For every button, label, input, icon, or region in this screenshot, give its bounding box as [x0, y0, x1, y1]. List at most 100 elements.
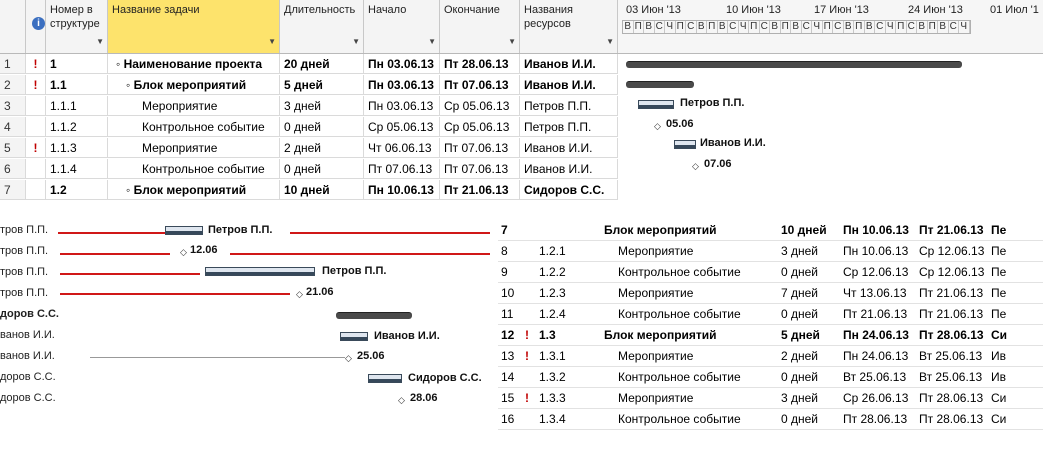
- task-indicator-icon-cell[interactable]: [26, 159, 46, 178]
- duration[interactable]: 3 дней: [284, 99, 321, 113]
- task-row[interactable]: 1! 1 ◦ Наименование проекта 20 дней Пн 03.06…: [0, 54, 618, 74]
- duration-header[interactable]: Длительность ▼: [280, 0, 364, 53]
- duration[interactable]: 0 дней: [778, 409, 840, 429]
- duration[interactable]: 3 дней: [778, 388, 840, 408]
- task-row[interactable]: 11 1.2.4 Контрольное событие 0 дней Пт 21.06…: [498, 304, 1043, 325]
- finish-date[interactable]: Пт 21.06.13: [916, 283, 988, 303]
- finish-date[interactable]: Ср 12.06.13: [916, 262, 988, 282]
- milestone-icon[interactable]: ◇: [398, 395, 405, 406]
- chevron-down-icon[interactable]: ▼: [508, 35, 516, 49]
- duration[interactable]: 5 дней: [284, 78, 323, 92]
- start-date[interactable]: Чт 13.06.13: [840, 283, 916, 303]
- row-number[interactable]: 12: [498, 325, 522, 345]
- resource-names[interactable]: Иванов И.И.: [524, 57, 596, 71]
- task-name[interactable]: Контрольное событие: [598, 304, 778, 324]
- task-row[interactable]: 12! 1.3 Блок мероприятий 5 дней Пн 24.06.13 П…: [498, 325, 1043, 346]
- task-indicator-icon-cell[interactable]: !: [26, 138, 46, 157]
- task-row[interactable]: 10 1.2.3 Мероприятие 7 дней Чт 13.06.13 Пт 21…: [498, 283, 1043, 304]
- milestone-icon[interactable]: ◇: [345, 353, 352, 364]
- finish-date[interactable]: Пт 07.06.13: [444, 141, 508, 155]
- start-date-cell[interactable]: Пн 10.06.13: [364, 180, 440, 199]
- resource-names-cell[interactable]: Сидоров С.С.: [520, 180, 618, 199]
- row-number-cell[interactable]: 7: [0, 180, 26, 199]
- row-number-cell[interactable]: 6: [0, 159, 26, 178]
- outline-number-cell[interactable]: 1.1: [46, 75, 108, 94]
- start-date[interactable]: Пн 10.06.13: [840, 220, 916, 240]
- finish-date-cell[interactable]: Пт 21.06.13: [440, 180, 520, 199]
- collapse-icon[interactable]: ◦: [126, 183, 134, 197]
- finish-date[interactable]: Пт 28.06.13: [444, 57, 509, 71]
- resource-names[interactable]: Си: [988, 325, 1018, 345]
- start-date-cell[interactable]: Пн 03.06.13: [364, 54, 440, 73]
- outline-number[interactable]: 1.3.4: [536, 409, 598, 429]
- start-date-cell[interactable]: Ср 05.06.13: [364, 117, 440, 136]
- finish-date[interactable]: Ср 05.06.13: [444, 120, 509, 134]
- duration[interactable]: 0 дней: [778, 367, 840, 387]
- task-name[interactable]: Контрольное событие: [598, 409, 778, 429]
- task-row[interactable]: 5! 1.1.3 Мероприятие 2 дней Чт 06.06.13 Пт 07…: [0, 138, 618, 158]
- outline-number-cell[interactable]: 1.1.4: [46, 159, 108, 178]
- resource-names[interactable]: Си: [988, 388, 1018, 408]
- finish-date[interactable]: Пт 28.06.13: [916, 325, 988, 345]
- outline-number[interactable]: 1.2.4: [536, 304, 598, 324]
- duration-cell[interactable]: 5 дней: [280, 75, 364, 94]
- outline-number-header[interactable]: Номер в структуре ▼: [46, 0, 108, 53]
- resource-names[interactable]: Пе: [988, 304, 1018, 324]
- outline-number[interactable]: 1.1.4: [50, 162, 77, 176]
- row-number[interactable]: 7: [498, 220, 522, 240]
- start-date[interactable]: Пн 24.06.13: [840, 325, 916, 345]
- finish-date[interactable]: Пт 07.06.13: [444, 162, 508, 176]
- duration[interactable]: 7 дней: [778, 283, 840, 303]
- finish-date[interactable]: Пт 28.06.13: [916, 388, 988, 408]
- resource-names-cell[interactable]: Иванов И.И.: [520, 159, 618, 178]
- milestone-icon[interactable]: ◇: [654, 121, 661, 132]
- task-name-cell[interactable]: ◦ Наименование проекта: [108, 54, 280, 73]
- indicator-header[interactable]: i: [26, 0, 46, 53]
- start-date-cell[interactable]: Пн 03.06.13: [364, 75, 440, 94]
- chevron-down-icon[interactable]: ▼: [606, 35, 614, 49]
- row-number[interactable]: 10: [498, 283, 522, 303]
- task-name-cell[interactable]: ◦ Блок мероприятий: [108, 75, 280, 94]
- milestone-icon[interactable]: ◇: [296, 289, 303, 300]
- outline-number[interactable]: [536, 220, 598, 240]
- outline-number[interactable]: 1.3.3: [536, 388, 598, 408]
- finish-date[interactable]: Вт 25.06.13: [916, 346, 988, 366]
- finish-date[interactable]: Пт 21.06.13: [916, 220, 988, 240]
- task-name[interactable]: Блок мероприятий: [598, 325, 778, 345]
- start-date-cell[interactable]: Чт 06.06.13: [364, 138, 440, 157]
- row-number[interactable]: 5: [4, 141, 11, 155]
- resource-names[interactable]: Пе: [988, 241, 1018, 261]
- row-number[interactable]: 7: [4, 183, 11, 197]
- task-name-cell[interactable]: Контрольное событие: [108, 117, 280, 136]
- summary-bar[interactable]: [626, 61, 962, 68]
- row-number[interactable]: 2: [4, 78, 11, 92]
- task-indicator-icon-cell[interactable]: !: [26, 75, 46, 94]
- duration[interactable]: 0 дней: [778, 262, 840, 282]
- row-number[interactable]: 4: [4, 120, 11, 134]
- row-number[interactable]: 16: [498, 409, 522, 429]
- outline-number[interactable]: 1.1.2: [50, 120, 77, 134]
- task-row[interactable]: 9 1.2.2 Контрольное событие 0 дней Ср 12.06.…: [498, 262, 1043, 283]
- task-name-cell[interactable]: Мероприятие: [108, 138, 280, 157]
- duration-cell[interactable]: 0 дней: [280, 159, 364, 178]
- start-date[interactable]: Пт 21.06.13: [840, 304, 916, 324]
- outline-number-cell[interactable]: 1.1.3: [46, 138, 108, 157]
- row-number[interactable]: 1: [4, 57, 11, 71]
- row-number-cell[interactable]: 2: [0, 75, 26, 94]
- start-header[interactable]: Начало ▼: [364, 0, 440, 53]
- resource-names[interactable]: Сидоров С.С.: [524, 183, 604, 197]
- task-row[interactable]: 7 Блок мероприятий 10 дней Пн 10.06.13 Пт 21…: [498, 220, 1043, 241]
- outline-number[interactable]: 1.2.3: [536, 283, 598, 303]
- start-date[interactable]: Ср 26.06.13: [840, 388, 916, 408]
- outline-number[interactable]: 1.1.1: [50, 99, 77, 113]
- task-name[interactable]: Контрольное событие: [142, 120, 265, 134]
- task-bar[interactable]: [674, 140, 696, 149]
- finish-date[interactable]: Пт 28.06.13: [916, 409, 988, 429]
- chevron-down-icon[interactable]: ▼: [352, 35, 360, 49]
- task-row[interactable]: 2! 1.1 ◦ Блок мероприятий 5 дней Пн 03.06.13…: [0, 75, 618, 95]
- finish-date-cell[interactable]: Пт 07.06.13: [440, 75, 520, 94]
- row-number[interactable]: 9: [498, 262, 522, 282]
- row-number[interactable]: 8: [498, 241, 522, 261]
- task-bar[interactable]: [368, 374, 402, 383]
- resources-header[interactable]: Названия ресурсов ▼: [520, 0, 618, 53]
